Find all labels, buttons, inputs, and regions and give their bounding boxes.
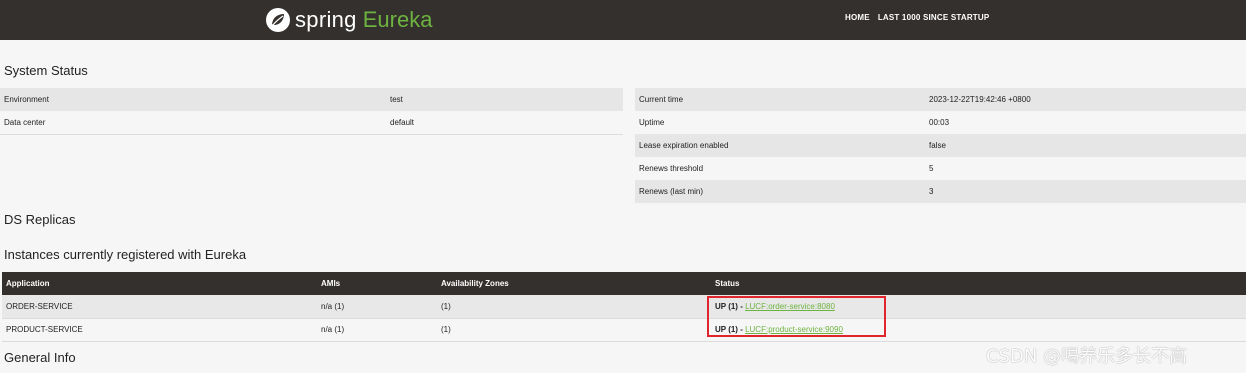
column-header-application: Application: [6, 279, 50, 288]
status-value: 00:03: [929, 118, 950, 127]
table-row: Uptime 00:03: [635, 111, 1246, 134]
instances-title: Instances currently registered with Eure…: [4, 247, 247, 262]
status-key: Renews threshold: [639, 164, 704, 173]
status-key: Environment: [4, 95, 49, 104]
general-info-title: General Info: [4, 350, 76, 365]
availability-zones-value: (1): [441, 301, 451, 311]
table-header-row: Application AMIs Availability Zones Stat…: [2, 272, 1246, 295]
brand-eureka-text: Eureka: [362, 7, 433, 32]
column-header-status: Status: [715, 279, 740, 288]
table-row: Renews (last min) 3: [635, 180, 1246, 203]
application-name: PRODUCT-SERVICE: [6, 325, 83, 334]
brand-spring-text: spring: [295, 7, 357, 32]
table-row: Data center default: [0, 111, 623, 134]
system-status-right-table: Current time 2023-12-22T19:42:46 +0800 U…: [635, 88, 1246, 203]
status-highlight-box: [707, 296, 886, 337]
table-row: Lease expiration enabled false: [635, 134, 1246, 157]
table-row: PRODUCT-SERVICE n/a (1) (1) UP (1) - LUC…: [2, 318, 1246, 341]
table-row: Current time 2023-12-22T19:42:46 +0800: [635, 88, 1246, 111]
instances-table: Application AMIs Availability Zones Stat…: [2, 272, 1246, 342]
system-status-left-table: Environment test Data center default: [0, 88, 623, 135]
table-row: Renews threshold 5: [635, 157, 1246, 180]
status-value: 5: [929, 164, 934, 173]
status-key: Renews (last min): [639, 187, 704, 196]
top-nav: HOME LAST 1000 SINCE STARTUP: [845, 13, 989, 22]
column-header-amis: AMIs: [321, 279, 341, 288]
amis-value: n/a (1): [321, 301, 345, 311]
status-value: default: [390, 117, 415, 127]
top-navbar: spring Eureka HOME LAST 1000 SINCE START…: [0, 0, 1246, 40]
status-value: 3: [929, 187, 934, 196]
status-value: 2023-12-22T19:42:46 +0800: [929, 95, 1031, 104]
ds-replicas-title: DS Replicas: [4, 212, 76, 227]
column-header-availability-zones: Availability Zones: [441, 279, 509, 288]
table-row: ORDER-SERVICE n/a (1) (1) UP (1) - LUCF:…: [2, 295, 1246, 318]
nav-last-1000-link[interactable]: LAST 1000 SINCE STARTUP: [878, 13, 990, 22]
csdn-watermark: CSDN @喝养乐多长不高: [986, 346, 1188, 367]
status-key: Lease expiration enabled: [639, 141, 729, 150]
system-status-title: System Status: [4, 63, 88, 78]
status-key: Current time: [639, 95, 684, 104]
spring-eureka-logo[interactable]: spring Eureka: [265, 5, 432, 35]
status-value: test: [390, 95, 403, 104]
nav-home-link[interactable]: HOME: [845, 13, 870, 22]
amis-value: n/a (1): [321, 325, 345, 334]
availability-zones-value: (1): [441, 325, 451, 334]
table-row: Environment test: [0, 88, 623, 111]
status-key: Uptime: [639, 118, 665, 127]
status-key: Data center: [4, 117, 46, 127]
spring-leaf-icon: [266, 8, 290, 32]
application-name: ORDER-SERVICE: [6, 301, 73, 311]
status-value: false: [929, 141, 946, 150]
